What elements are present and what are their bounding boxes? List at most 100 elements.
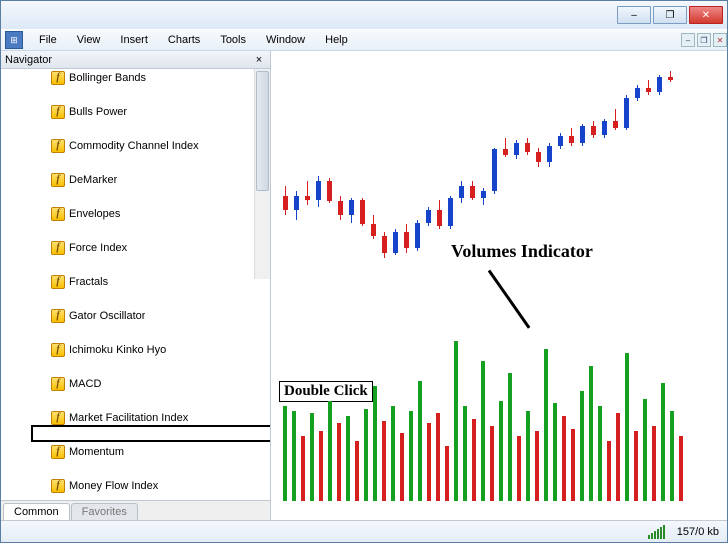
indicator-label: DeMarker (69, 174, 117, 186)
candlestick (470, 51, 475, 311)
indicator-item[interactable]: f Fractals (11, 273, 270, 290)
indicator-item[interactable]: fDeMarker (11, 171, 270, 188)
mdi-close-button[interactable]: ✕ (713, 33, 727, 47)
indicator-item[interactable]: f Bulls Power (11, 103, 270, 120)
indicator-icon: f (51, 309, 65, 323)
navigator-scroll-thumb[interactable] (256, 71, 269, 191)
menu-view[interactable]: View (67, 31, 111, 49)
candlestick (283, 51, 288, 311)
indicator-label: Envelopes (69, 208, 120, 220)
indicator-icon: f (51, 411, 65, 425)
menubar: ⊞ File View Insert Charts Tools Window H… (1, 29, 727, 51)
navigator-panel: Navigator × fBollinger BandsfBulls Power… (1, 51, 271, 520)
indicator-label: Market Facilitation Index (69, 412, 188, 424)
candlestick (338, 51, 343, 311)
navigator-header: Navigator × (1, 51, 270, 69)
indicator-label: Momentum (69, 446, 124, 458)
indicator-label: Fractals (69, 276, 108, 288)
candlestick (448, 51, 453, 311)
indicator-icon: f (51, 377, 65, 391)
window-maximize-button[interactable]: ❐ (653, 6, 687, 24)
indicator-item[interactable]: f Force Index (11, 239, 270, 256)
tab-common[interactable]: Common (3, 503, 70, 520)
indicator-label: Commodity Channel Index (69, 140, 199, 152)
candlestick (382, 51, 387, 311)
indicator-label: Gator Oscillator (69, 310, 145, 322)
statusbar: 157/0 kb (1, 520, 727, 542)
candlestick (591, 51, 596, 311)
indicator-icon: f (51, 479, 65, 493)
candlestick (294, 51, 299, 311)
candlestick (613, 51, 618, 311)
indicator-label: Ichimoku Kinko Hyo (69, 344, 166, 356)
window-minimize-button[interactable]: – (617, 6, 651, 24)
titlebar: – ❐ ✕ (1, 1, 727, 29)
menu-window[interactable]: Window (256, 31, 315, 49)
candlestick (536, 51, 541, 311)
app-icon: ⊞ (5, 31, 23, 49)
indicator-item[interactable]: f Envelopes (11, 205, 270, 222)
indicator-label: Force Index (69, 242, 127, 254)
highlight-box (31, 425, 270, 442)
indicator-item[interactable]: f Money Flow Index (11, 477, 270, 494)
indicator-icon: f (51, 139, 65, 153)
candlestick (668, 51, 673, 311)
indicator-label: Money Flow Index (69, 480, 158, 492)
indicator-icon: f (51, 343, 65, 357)
app-window: – ❐ ✕ ⊞ File View Insert Charts Tools Wi… (0, 0, 728, 543)
menu-file[interactable]: File (29, 31, 67, 49)
navigator-tree[interactable]: fBollinger BandsfBulls PowerfCommodity C… (1, 69, 270, 500)
candlestick (404, 51, 409, 311)
tab-favorites[interactable]: Favorites (71, 503, 138, 520)
candlestick (327, 51, 332, 311)
candlestick (580, 51, 585, 311)
candlestick (316, 51, 321, 311)
menu-help[interactable]: Help (315, 31, 358, 49)
chart-area[interactable]: Volumes Indicator Double Click (271, 51, 727, 520)
indicator-item[interactable]: f MACD (11, 375, 270, 392)
menu-tools[interactable]: Tools (210, 31, 256, 49)
indicator-icon: f (51, 445, 65, 459)
navigator-scrollbar[interactable] (254, 69, 270, 279)
candlestick (547, 51, 552, 311)
candlestick (602, 51, 607, 311)
navigator-tabs: Common Favorites (1, 500, 270, 520)
indicator-item[interactable]: f Ichimoku Kinko Hyo (11, 341, 270, 358)
candlestick (503, 51, 508, 311)
candlestick (360, 51, 365, 311)
candlestick (514, 51, 519, 311)
menu-charts[interactable]: Charts (158, 31, 210, 49)
indicator-label: Bollinger Bands (69, 72, 146, 84)
connection-bars-icon (648, 525, 665, 539)
indicator-icon: f (51, 105, 65, 119)
candlestick (492, 51, 497, 311)
navigator-close-button[interactable]: × (252, 53, 266, 67)
window-close-button[interactable]: ✕ (689, 6, 723, 24)
indicator-item[interactable]: f Gator Oscillator (11, 307, 270, 324)
indicator-icon: f (51, 207, 65, 221)
mdi-restore-button[interactable]: ❐ (697, 33, 711, 47)
indicator-icon: f (51, 275, 65, 289)
candlestick (569, 51, 574, 311)
indicator-item[interactable]: fBollinger Bands (11, 69, 270, 86)
navigator-title: Navigator (5, 54, 52, 66)
menu-insert[interactable]: Insert (110, 31, 158, 49)
indicator-item[interactable]: f Commodity Channel Index (11, 137, 270, 154)
candlestick (437, 51, 442, 311)
candlestick (657, 51, 662, 311)
candlestick (393, 51, 398, 311)
candlestick (646, 51, 651, 311)
indicator-label: MACD (69, 378, 101, 390)
candlestick (459, 51, 464, 311)
candlestick (635, 51, 640, 311)
candlestick (349, 51, 354, 311)
indicator-icon: f (51, 241, 65, 255)
indicator-label: Bulls Power (69, 106, 127, 118)
volume-bar (679, 436, 683, 501)
mdi-minimize-button[interactable]: – (681, 33, 695, 47)
candlestick (305, 51, 310, 311)
candlestick (624, 51, 629, 311)
indicator-item[interactable]: f Market Facilitation Index (11, 409, 270, 426)
indicator-item[interactable]: f Momentum (11, 443, 270, 460)
candlestick (481, 51, 486, 311)
